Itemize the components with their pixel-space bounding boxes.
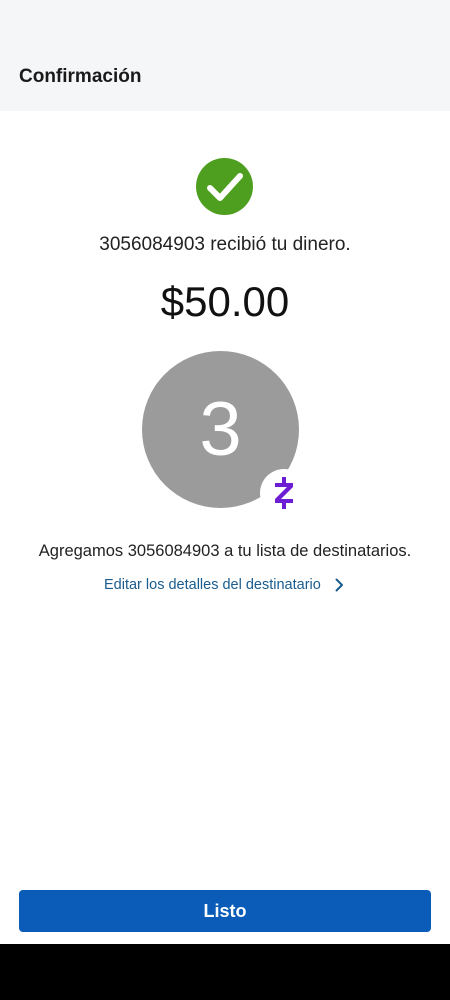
sent-amount: $50.00 <box>160 278 290 325</box>
chevron-right-icon <box>335 578 343 592</box>
recipient-added-message: Agregamos 3056084903 a tu lista de desti… <box>38 542 412 560</box>
success-check-icon <box>196 158 253 215</box>
zelle-badge <box>260 469 308 517</box>
zelle-icon <box>275 477 293 509</box>
top-app-bar: Confirmación <box>0 0 450 111</box>
system-navigation-bar <box>0 944 450 1000</box>
edit-recipient-link-label: Editar los detalles del destinatario <box>104 577 321 593</box>
edit-recipient-link[interactable]: Editar los detalles del destinatario <box>104 574 344 596</box>
confirmation-message: 3056084903 recibió tu dinero. <box>99 234 351 255</box>
avatar-initial: 3 <box>199 386 242 472</box>
page-title: Confirmación <box>19 66 142 87</box>
done-button[interactable]: Listo <box>19 890 431 932</box>
